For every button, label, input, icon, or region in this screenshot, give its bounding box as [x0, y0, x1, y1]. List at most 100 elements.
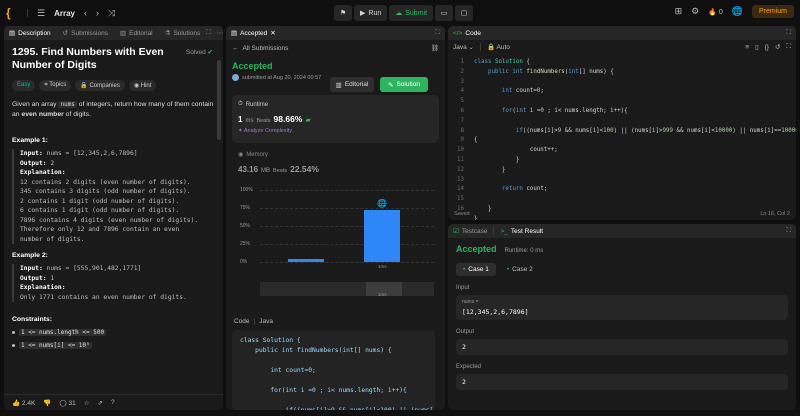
companies-tag[interactable]: 🔒 Companies: [75, 80, 125, 91]
streak-counter[interactable]: 🔥 0: [708, 8, 723, 16]
test-tabs: ☑ Testcase >_ Test Result ⛶: [448, 224, 796, 238]
tab-description[interactable]: ▤ Description: [9, 29, 51, 38]
line-number: 4: [460, 88, 465, 95]
test-result-panel: ☑ Testcase >_ Test Result ⛶ Accepted Runti…: [448, 224, 796, 410]
leetcode-logo-icon[interactable]: {: [6, 6, 18, 20]
description-tabs: ▤ Description ↺ Submissions ▥ Editorial ⚗ So…: [4, 26, 223, 40]
tab-submissions[interactable]: ↺ Submissions: [62, 29, 108, 38]
line-number: 6: [460, 107, 465, 114]
dislike-icon[interactable]: 👎: [43, 399, 51, 407]
input-label: Input: [456, 285, 470, 291]
clock-icon: ⏱: [238, 101, 243, 107]
code-editor[interactable]: 1 2 3 4 5 6 7 8 9 10 11 12 13 14 15 16 class Solution {…: [448, 54, 796, 220]
editor-tabs: </> Code ⛶: [448, 26, 796, 40]
grid-line: [260, 190, 434, 191]
problem-statement: Given an array nums of integers, return …: [12, 101, 214, 118]
debug-button[interactable]: ⚑: [334, 5, 352, 21]
run-button[interactable]: ▶ Run: [354, 5, 388, 21]
cursor-position: Ln 16, Col 2: [760, 211, 790, 217]
case-1-tab[interactable]: • Case 1: [456, 263, 496, 276]
history-icon: ↺: [62, 30, 69, 37]
all-submissions-link[interactable]: ← All Submissions ⛓: [232, 44, 439, 53]
maximize-editor-icon[interactable]: ⛶: [786, 43, 791, 51]
help-icon[interactable]: ?: [111, 399, 115, 406]
language-select[interactable]: Java ⌄: [453, 43, 474, 51]
case-2-tab[interactable]: • Case 2: [500, 263, 540, 276]
line-number: 14: [457, 186, 464, 193]
chart-bar[interactable]: [288, 259, 324, 262]
line-numbers: 1 2 3 4 5 6 7 8 9 10 11 12 13 14 15 16: [448, 58, 464, 215]
tab-editorial[interactable]: ▥ Editorial: [120, 29, 153, 38]
notes-button[interactable]: ▢: [455, 5, 474, 21]
next-problem-icon[interactable]: ›: [96, 8, 99, 18]
layout-icon[interactable]: ⊞: [675, 6, 683, 17]
difficulty-tag[interactable]: Easy: [12, 80, 36, 91]
test-status: Accepted: [456, 244, 497, 254]
line-number: 15: [457, 196, 464, 203]
whiteboard-button[interactable]: ▭: [435, 5, 454, 21]
tag-icon: ⌗: [44, 82, 48, 88]
braces-icon[interactable]: {}: [765, 44, 769, 51]
maximize-icon[interactable]: ⛶: [435, 29, 440, 37]
solution-button[interactable]: ✎ Solution: [380, 77, 428, 92]
tab-code[interactable]: </> Code: [453, 30, 481, 37]
tab-testcase[interactable]: ☑ Testcase: [453, 227, 487, 236]
problem-list-label[interactable]: Array: [54, 9, 75, 18]
y-tick-label: 0%: [240, 259, 248, 265]
chart-bar[interactable]: [364, 210, 400, 262]
bookmark-icon[interactable]: ▯: [755, 43, 759, 51]
thumbs-up-icon: 👍: [12, 399, 21, 407]
y-tick-label: 50%: [240, 223, 251, 229]
submitted-code-preview: class Solution { public int findNumbers(…: [232, 330, 435, 410]
editorial-button[interactable]: ▥ Editorial: [330, 77, 374, 92]
reset-icon[interactable]: ↺: [775, 43, 780, 51]
prev-problem-icon[interactable]: ‹: [84, 8, 87, 18]
analyze-complexity-link[interactable]: ✦ Analyze Complexity: [238, 128, 433, 134]
memory-percent: 22.54%: [290, 164, 319, 174]
autocomplete-mode[interactable]: 🔒 Auto: [487, 43, 510, 51]
check-circle-icon: ✔: [207, 49, 213, 56]
description-scrollbar[interactable]: [217, 60, 221, 140]
tab-accepted[interactable]: ▤ Accepted ✕: [231, 29, 276, 38]
memory-stats[interactable]: ◉ Memory 43.16 MB Beats 22.54%: [232, 145, 439, 180]
memory-beats-label: Beats: [273, 168, 288, 174]
code-content[interactable]: class Solution { public int findNumbers(…: [474, 58, 796, 220]
book-icon: ▥: [335, 81, 342, 89]
maximize-icon[interactable]: ⛶: [206, 29, 211, 37]
premium-button[interactable]: Premium: [751, 5, 794, 18]
description-panel: ▤ Description ↺ Submissions ▥ Editorial ⚗ So…: [4, 26, 223, 410]
maximize-icon[interactable]: ⛶: [786, 29, 791, 37]
format-icon[interactable]: ≡: [745, 44, 749, 51]
comments-button[interactable]: ◯ 31: [59, 399, 75, 407]
document-icon: ▤: [9, 30, 16, 37]
problem-list-icon[interactable]: ☰: [37, 8, 45, 19]
bug-icon: ⚑: [339, 10, 347, 17]
save-status: Saved: [454, 211, 470, 217]
line-number: 5: [460, 98, 465, 105]
runtime-stats[interactable]: ⏱ Runtime 1 ms Beats 98.66% ▰ ✦ Analyze C…: [232, 95, 439, 143]
like-button[interactable]: 👍 2.4K: [12, 399, 35, 407]
submission-result-panel: ▤ Accepted ✕ ⛶ ← All Submissions ⛓ Accepted…: [226, 26, 445, 410]
star-icon[interactable]: ☆: [84, 399, 90, 407]
avatar[interactable]: 🌐: [732, 6, 743, 17]
tab-test-result[interactable]: >_ Test Result: [500, 228, 543, 235]
y-tick-label: 75%: [240, 205, 251, 211]
user-position-icon: 🌐: [377, 199, 387, 209]
document-icon: ▤: [231, 30, 238, 37]
grid-line: [260, 226, 434, 227]
tab-solutions[interactable]: ⚗ Solutions: [165, 29, 201, 38]
close-icon: ✕: [270, 30, 276, 37]
share-icon[interactable]: ⇗: [98, 399, 103, 407]
expected-value-box: 2: [456, 374, 788, 390]
shuffle-icon[interactable]: ⤨: [108, 8, 115, 19]
submit-button[interactable]: ☁ Submit: [389, 5, 434, 21]
play-icon: ▶: [360, 10, 366, 17]
settings-icon[interactable]: ⚙: [691, 6, 699, 17]
topics-tag[interactable]: ⌗ Topics: [39, 80, 72, 91]
chart-range-selector[interactable]: [260, 282, 434, 296]
more-icon[interactable]: ⋯: [217, 29, 223, 37]
maximize-icon[interactable]: ⛶: [786, 227, 791, 235]
y-tick-label: 100%: [240, 187, 253, 193]
hint-tag[interactable]: ◉ Hint: [128, 80, 157, 91]
checkbox-icon: ☑: [453, 228, 459, 235]
